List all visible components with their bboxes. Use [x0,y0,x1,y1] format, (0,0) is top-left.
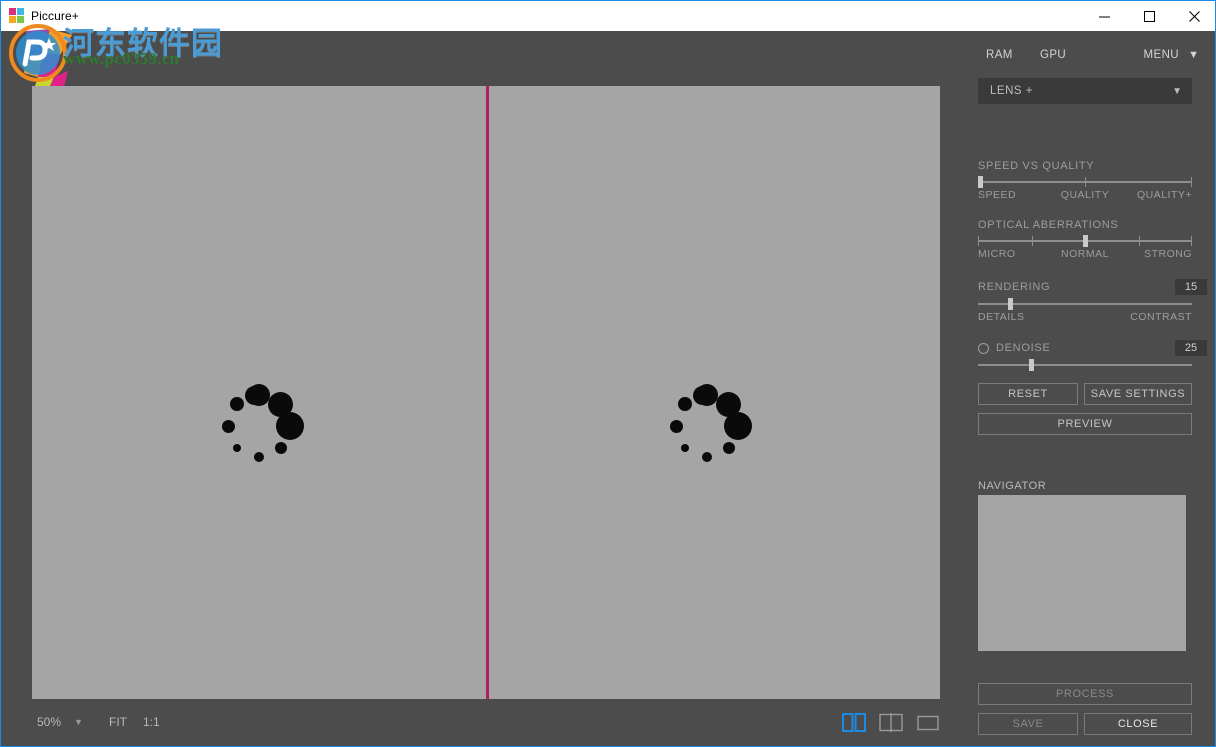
spinner-dot [702,452,712,462]
image-canvas[interactable] [32,86,940,728]
brand-header: piccure+ [1,29,970,114]
sidebar-top-bar: RAM GPU MENU ▼ [970,49,1215,71]
zoom-level-value[interactable]: 50% [37,715,61,729]
spinner-dot [233,443,242,452]
speed-quality-label-mid: QUALITY [1060,189,1110,201]
spinner-dot [245,385,265,405]
compare-divider-handle[interactable] [486,86,489,728]
close-dialog-button[interactable]: CLOSE [1084,713,1192,735]
main-body: piccure+ 50% ▼ FIT 1:1 [1,29,1215,745]
application-window: Piccure+ 50% ▼ FIT 1:1 RAM GPU MENU ▼ LE… [0,0,1216,747]
side-by-side-view-icon[interactable] [879,713,904,732]
close-button[interactable] [1172,1,1215,32]
spinner-dot [669,419,683,433]
spinner-dot [693,385,713,405]
speed-quality-slider-handle[interactable] [978,176,983,188]
optical-aberrations-title: OPTICAL ABERRATIONS [978,219,1119,231]
rendering-slider[interactable] [978,298,1192,310]
navigator-preview[interactable] [978,495,1186,651]
spinner-dot [724,412,752,440]
navigator-title: NAVIGATOR [978,480,1047,492]
speed-quality-title: SPEED VS QUALITY [978,160,1095,172]
rendering-title: RENDERING [978,281,1051,293]
maximize-button[interactable] [1127,1,1172,32]
ram-button[interactable]: RAM [986,49,1013,61]
title-bar: Piccure+ [1,0,1215,32]
editor-pane: piccure+ 50% ▼ FIT 1:1 [1,29,970,745]
window-title: Piccure+ [31,9,79,23]
denoise-title: DENOISE [996,342,1051,354]
denoise-value[interactable]: 25 [1175,340,1207,356]
spinner-dot [230,397,245,412]
optical-aberrations-label-max: STRONG [1144,248,1192,260]
zoom-dropdown-caret-icon[interactable]: ▼ [74,717,83,727]
optical-aberrations-label-min: MICRO [978,248,1016,260]
save-settings-button[interactable]: SAVE SETTINGS [1084,383,1192,405]
preview-button[interactable]: PREVIEW [978,413,1192,435]
reset-button[interactable]: RESET [978,383,1078,405]
spinner-dot [254,452,264,462]
lens-selected-value: LENS + [990,85,1033,97]
loading-spinner-right [657,376,757,476]
optical-aberrations-label-mid: NORMAL [1061,248,1109,260]
spinner-dot [678,397,693,412]
menu-caret-down-icon[interactable]: ▼ [1188,49,1199,61]
split-view-icon[interactable] [842,713,867,732]
minimize-button[interactable] [1082,1,1127,32]
settings-sidebar: RAM GPU MENU ▼ LENS + ▼ SPEED VS QUALITY… [970,31,1215,745]
fit-button[interactable]: FIT [109,715,127,729]
spinner-dot [681,443,690,452]
speed-quality-label-min: SPEED [978,189,1017,201]
denoise-slider-handle[interactable] [1029,359,1034,371]
rendering-value[interactable]: 15 [1175,279,1207,295]
gpu-button[interactable]: GPU [1040,49,1066,61]
speed-quality-slider[interactable] [978,176,1192,188]
denoise-slider[interactable] [978,359,1192,371]
piccure-logo-icon [24,29,72,91]
app-logo-icon [9,8,25,24]
spinner-dot [722,441,735,454]
window-controls [1082,1,1215,32]
actual-size-button[interactable]: 1:1 [143,715,160,729]
spinner-dot [274,441,287,454]
denoise-toggle-icon[interactable] [978,343,989,354]
rendering-label-max: CONTRAST [1130,311,1192,323]
lens-caret-down-icon: ▼ [1172,85,1182,97]
save-button[interactable]: SAVE [978,713,1078,735]
optical-aberrations-slider[interactable] [978,235,1192,247]
menu-button[interactable]: MENU [1144,49,1179,61]
view-mode-group [842,713,941,732]
loading-spinner-left [209,376,309,476]
speed-quality-label-max: QUALITY+ [1136,189,1192,201]
canvas-footer-toolbar: 50% ▼ FIT 1:1 [1,699,970,745]
spinner-dot [276,412,304,440]
spinner-dot [221,419,235,433]
rendering-label-min: DETAILS [978,311,1025,323]
optical-aberrations-slider-handle[interactable] [1082,235,1088,247]
lens-select-dropdown[interactable]: LENS + ▼ [978,78,1192,104]
rendering-slider-handle[interactable] [1007,298,1013,310]
single-view-icon[interactable] [916,713,941,732]
process-button[interactable]: PROCESS [978,683,1192,705]
